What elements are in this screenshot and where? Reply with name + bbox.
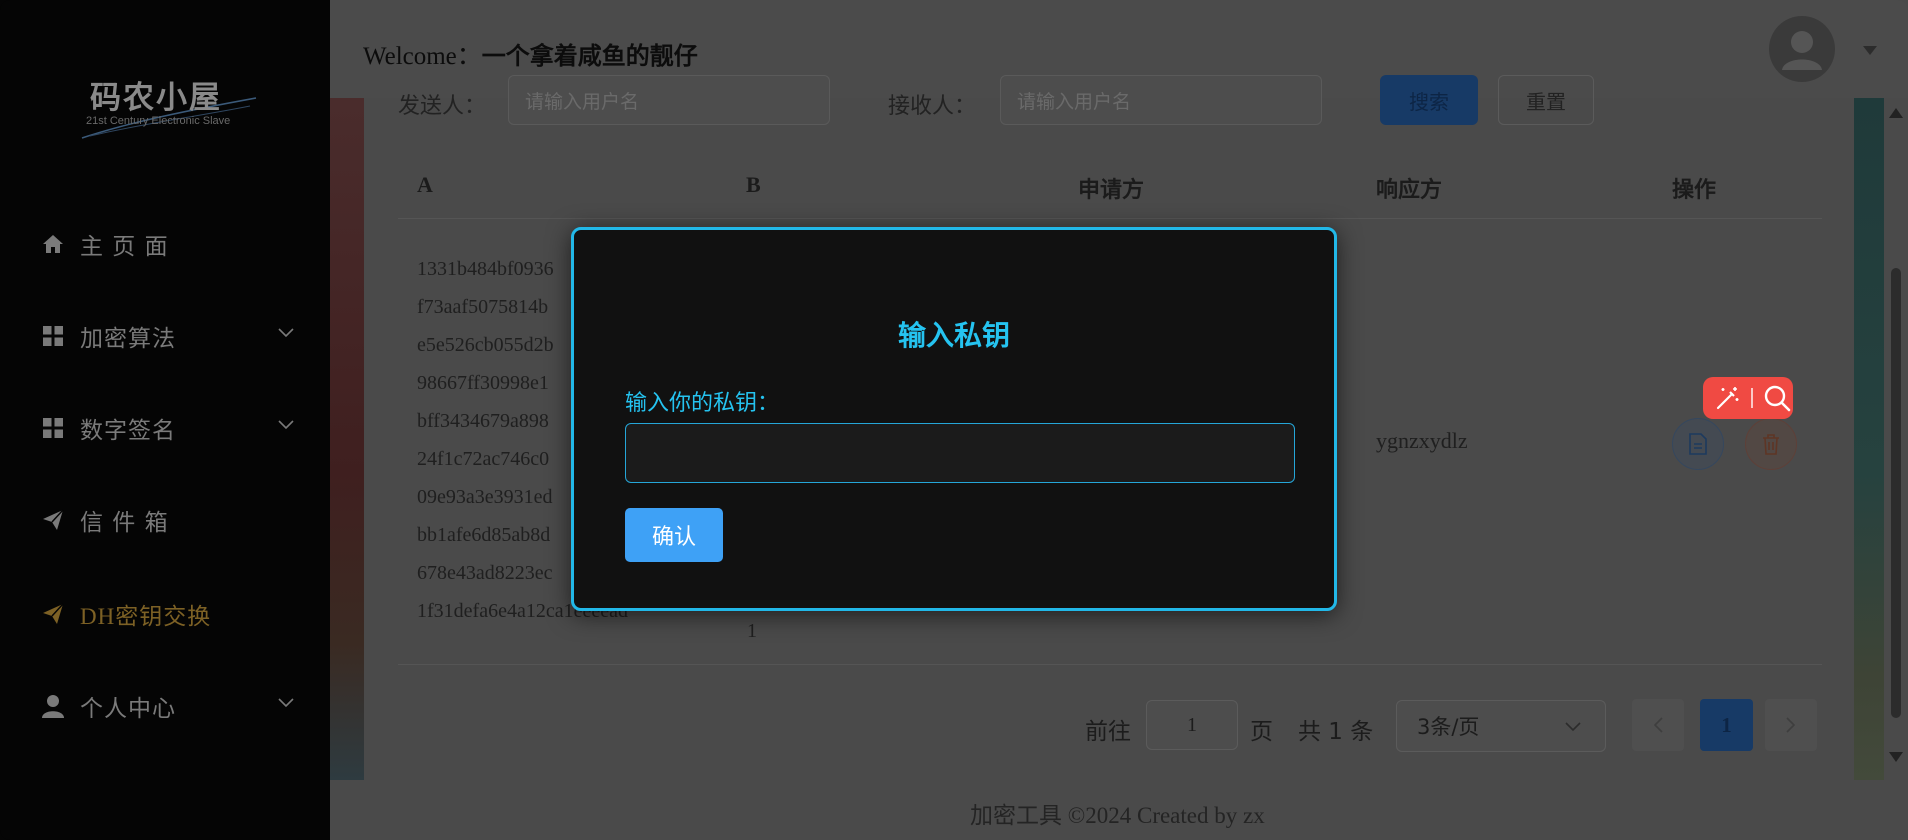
sidebar-item-profile[interactable]: 个人中心	[0, 678, 330, 734]
document-icon	[1689, 433, 1707, 455]
username: 一个拿着咸鱼的靓仔	[481, 42, 698, 70]
chevron-down-icon	[278, 328, 294, 338]
background-image-right	[1854, 98, 1884, 780]
page-size-select[interactable]: 3条/页	[1396, 700, 1606, 752]
welcome-prefix: Welcome：	[363, 43, 482, 70]
search-icon[interactable]	[1763, 384, 1791, 412]
hash-line: bb1afe6d85ab8d	[417, 524, 551, 546]
receiver-label: 接收人：	[888, 94, 977, 119]
goto-label: 前往	[1085, 719, 1131, 745]
user-icon	[40, 693, 66, 719]
sender-label: 发送人：	[398, 94, 487, 119]
sidebar-item-label: 加密算法	[80, 326, 176, 352]
hash-line: 1331b484bf0936	[417, 258, 554, 280]
table-divider	[398, 218, 1822, 219]
scroll-thumb[interactable]	[1891, 268, 1901, 718]
column-header-b: B	[746, 172, 761, 197]
private-key-dialog: 输入私钥 输入你的私钥： 确认	[571, 227, 1337, 611]
home-icon	[40, 231, 66, 257]
widget-divider	[1751, 388, 1753, 408]
sender-input[interactable]: 请输入用户名	[508, 75, 830, 125]
sidebar-item-label: 数字签名	[80, 418, 176, 444]
hash-line: 24f1c72ac746c0	[417, 448, 550, 470]
view-button[interactable]	[1672, 418, 1724, 470]
footer-text: 加密工具 ©2024 Created by zx	[970, 803, 1265, 828]
hash-line: 678e43ad8223ec	[417, 562, 553, 584]
private-key-input[interactable]	[625, 423, 1295, 483]
logo-title: 码农小屋	[90, 80, 222, 116]
hash-line: bff3434679a898	[417, 410, 549, 432]
chevron-down-icon	[278, 698, 294, 708]
footer: 加密工具 ©2024 Created by zx	[330, 780, 1908, 840]
goto-page-input[interactable]: 1	[1146, 700, 1238, 750]
magic-wand-icon[interactable]	[1715, 385, 1741, 411]
user-avatar-icon	[1782, 31, 1822, 70]
search-button[interactable]: 搜索	[1380, 75, 1478, 125]
next-page-button[interactable]	[1765, 699, 1817, 751]
sidebar-item-label: 个人中心	[80, 696, 176, 722]
private-key-label: 输入你的私钥：	[625, 391, 780, 416]
sidebar-item-signature[interactable]: 数字签名	[0, 400, 330, 456]
total-count: 共 1 条	[1298, 719, 1374, 745]
hash-line: e5e526cb055d2b	[417, 334, 554, 356]
scroll-down-icon[interactable]	[1889, 752, 1903, 762]
trash-icon	[1763, 434, 1779, 455]
scroll-up-icon[interactable]	[1889, 108, 1903, 118]
send-icon	[40, 601, 66, 627]
sidebar-item-label: DH密钥交换	[80, 604, 212, 629]
hash-line: 09e93a3e3931ed	[417, 486, 553, 508]
chevron-down-icon	[278, 420, 294, 430]
confirm-button[interactable]: 确认	[625, 508, 723, 562]
column-header-actions: 操作	[1672, 178, 1717, 203]
sidebar-item-label: 主 页 面	[80, 234, 169, 260]
send-icon	[40, 507, 66, 533]
sidebar-item-encryption[interactable]: 加密算法	[0, 308, 330, 364]
chevron-right-icon	[1786, 717, 1796, 733]
sidebar-item-home[interactable]: 主 页 面	[0, 216, 330, 272]
hash-line: 98667ff30998e1	[417, 372, 549, 394]
caret-down-icon[interactable]	[1863, 46, 1877, 55]
logo-subtitle: 21st Century Electronic Slave	[86, 115, 231, 127]
table-divider	[398, 664, 1822, 665]
grid-icon	[40, 415, 66, 441]
sidebar-item-dh-exchange[interactable]: DH密钥交换	[0, 586, 330, 642]
hash-line: f73aaf5075814b	[417, 296, 549, 318]
reset-button[interactable]: 重置	[1498, 75, 1594, 125]
prev-page-button[interactable]	[1632, 699, 1684, 751]
cell-responder: ygnzxydlz	[1376, 428, 1468, 453]
avatar[interactable]	[1769, 16, 1835, 82]
chevron-down-icon	[1565, 722, 1581, 732]
scrollbar[interactable]	[1884, 98, 1908, 780]
welcome-text: Welcome：一个拿着咸鱼的靓仔	[363, 36, 698, 72]
sidebar-item-mailbox[interactable]: 信 件 箱	[0, 492, 330, 548]
grid-icon	[40, 323, 66, 349]
column-header-requester: 申请方	[1078, 178, 1145, 203]
receiver-input[interactable]: 请输入用户名	[1000, 75, 1322, 125]
dialog-title: 输入私钥	[897, 319, 1010, 352]
logo[interactable]: 码农小屋 21st Century Electronic Slave	[80, 72, 260, 139]
sidebar-item-label: 信 件 箱	[80, 510, 169, 536]
floating-tool-widget[interactable]	[1703, 377, 1793, 419]
sidebar: 码农小屋 21st Century Electronic Slave 主 页 面…	[0, 0, 330, 840]
chevron-left-icon	[1653, 717, 1663, 733]
delete-button[interactable]	[1745, 418, 1797, 470]
page-number-button[interactable]: 1	[1700, 699, 1753, 751]
background-image-left	[330, 98, 364, 780]
cell-b: 1	[747, 620, 757, 642]
column-header-a: A	[417, 172, 433, 197]
column-header-responder: 响应方	[1376, 178, 1443, 203]
page-size-value: 3条/页	[1417, 715, 1480, 739]
page-unit-label: 页	[1250, 719, 1273, 745]
